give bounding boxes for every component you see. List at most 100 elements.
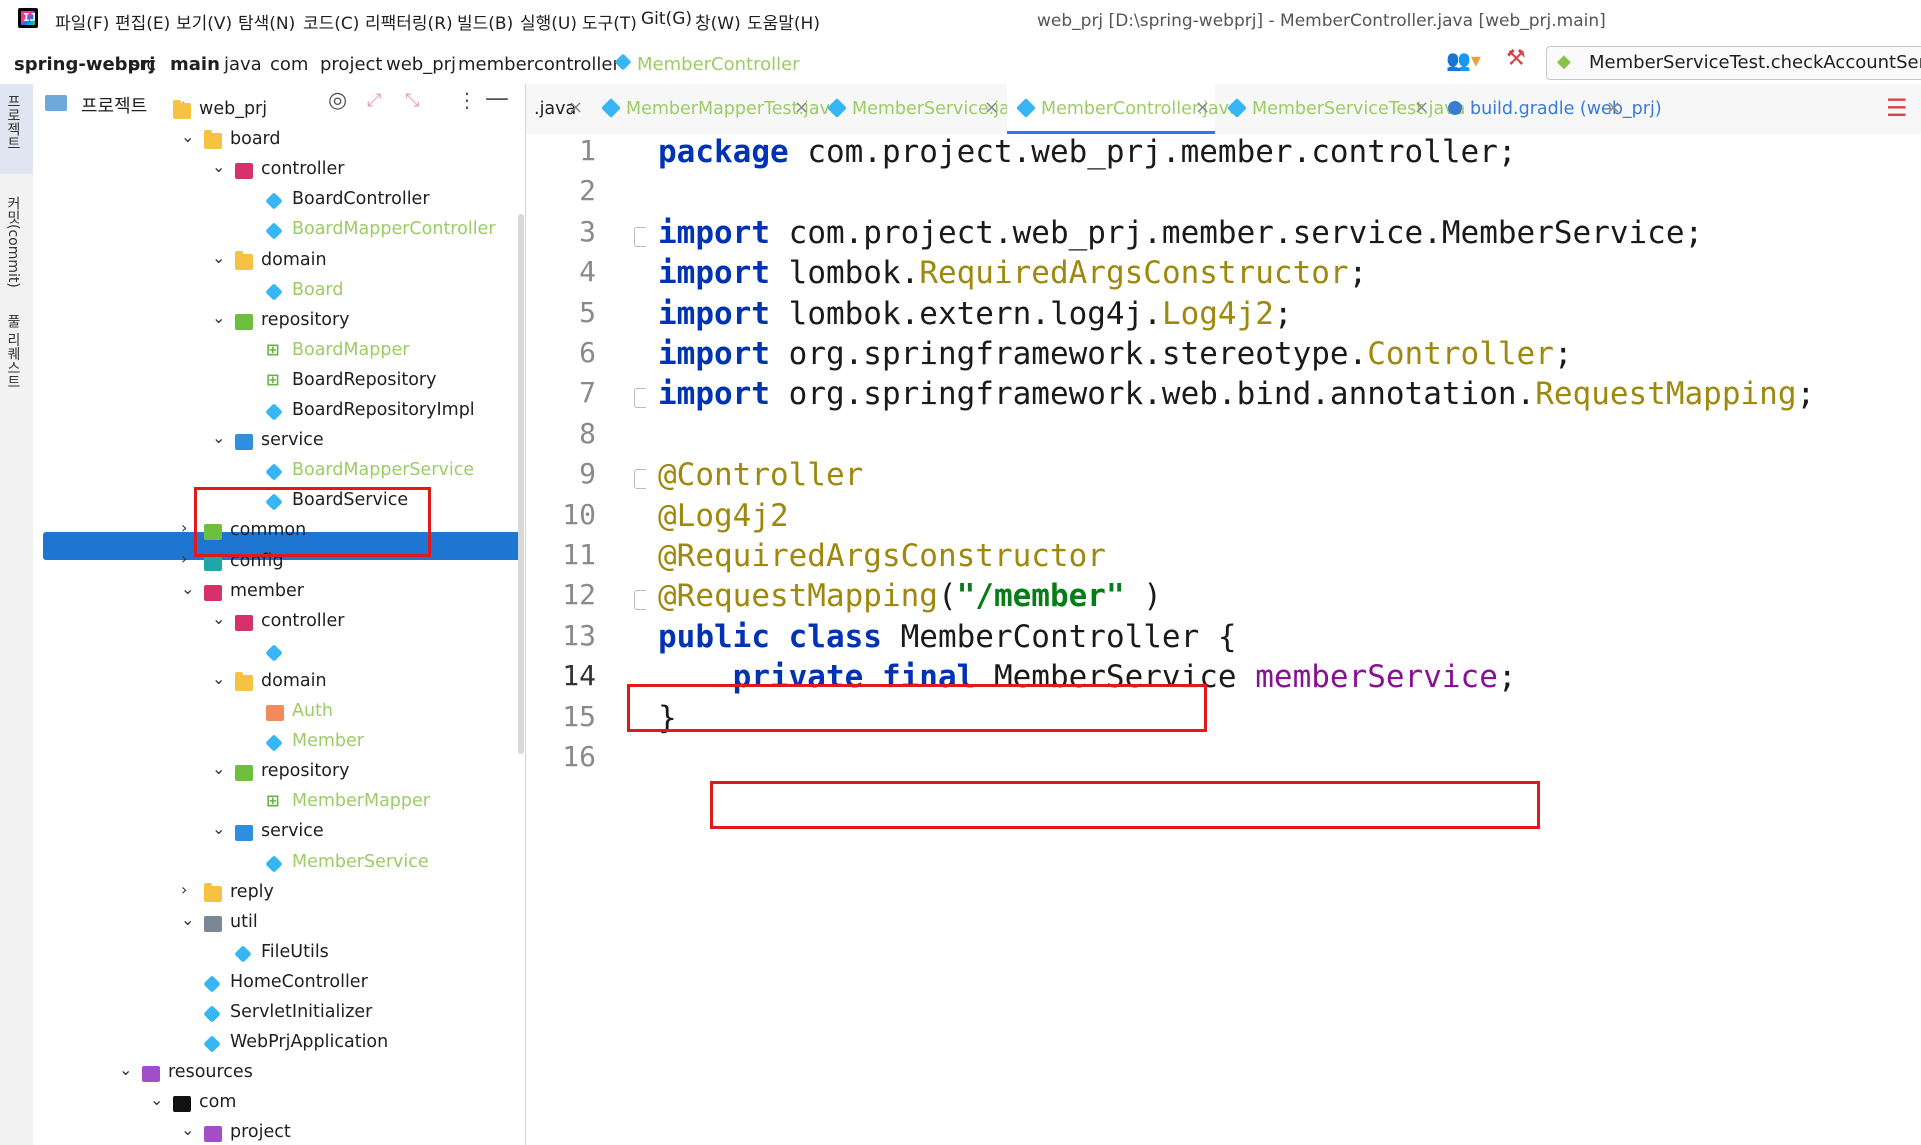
breadcrumb-com[interactable]: com <box>270 54 308 75</box>
line-number: 10 <box>562 497 596 531</box>
close-icon[interactable]: × <box>1195 97 1210 118</box>
users-icon[interactable]: 👥▾ <box>1446 48 1481 72</box>
tree-row-homecontroller[interactable]: HomeController <box>33 969 525 999</box>
menu-run[interactable]: 실행(U) <box>520 9 577 34</box>
menu-refactor[interactable]: 리팩터링(R) <box>365 9 453 34</box>
highlight-box-member-controller <box>194 487 431 557</box>
tab-java[interactable]: .java × <box>526 84 588 134</box>
chevron-down-icon[interactable]: ⌄ <box>212 669 232 688</box>
tree-row-boardrepository[interactable]: ⊞ BoardRepository <box>33 367 525 397</box>
tree-row-board[interactable]: ⌄ board <box>33 126 525 156</box>
chevron-down-icon[interactable]: ⌄ <box>212 428 232 447</box>
tree-row-controller[interactable]: ⌄ controller <box>33 608 525 638</box>
pull-request-tool-tab[interactable]: 풀 리퀘스트 <box>3 314 23 388</box>
chevron-down-icon[interactable]: ⌄ <box>212 308 232 327</box>
tree-row-web-prj[interactable]: web_prj <box>33 96 525 126</box>
tree-item-label: Auth <box>292 701 334 721</box>
chevron-right-icon[interactable]: › <box>181 880 201 899</box>
tree-row-servletinitializer[interactable]: ServletInitializer <box>33 999 525 1029</box>
tree-row-repository[interactable]: ⌄ repository <box>33 307 525 337</box>
chevron-down-icon[interactable]: ⌄ <box>181 579 201 598</box>
breadcrumb-java[interactable]: java <box>224 54 262 75</box>
tree-row-boardmapper[interactable]: ⊞ BoardMapper <box>33 337 525 367</box>
tab-membercontroller-java[interactable]: MemberController.java × <box>1007 84 1240 134</box>
tree-item-label: member <box>230 580 304 601</box>
chevron-down-icon[interactable]: ⌄ <box>212 609 232 628</box>
breadcrumb-project-pkg[interactable]: project <box>320 54 382 75</box>
tree-row-boardrepositoryimpl[interactable]: BoardRepositoryImpl <box>33 397 525 427</box>
tree-row-membermapper[interactable]: ⊞ MemberMapper <box>33 788 525 818</box>
menu-tools[interactable]: 도구(T) <box>582 9 637 34</box>
chevron-down-icon[interactable]: ⌄ <box>212 819 232 838</box>
close-icon[interactable]: × <box>1414 97 1429 118</box>
tree-row-boardmappercontroller[interactable]: BoardMapperController <box>33 216 525 246</box>
menu-edit[interactable]: 편집(E) <box>115 9 170 34</box>
tree-row-controller[interactable]: ⌄ controller <box>33 156 525 186</box>
tab-memberservice-java[interactable]: MemberService.java × <box>818 84 1031 134</box>
chevron-down-icon[interactable]: ⌄ <box>212 157 232 176</box>
chevron-down-icon[interactable]: ⌄ <box>212 759 232 778</box>
project-tool-tab[interactable]: 프로젝트 <box>3 94 23 150</box>
tree-row-domain[interactable]: ⌄ domain <box>33 247 525 277</box>
tab-list-icon[interactable]: ☰ <box>1886 94 1908 122</box>
menu-help[interactable]: 도움말(H) <box>747 9 820 34</box>
chevron-down-icon[interactable]: ⌄ <box>181 1120 201 1139</box>
tree-item-label: HomeController <box>230 971 368 992</box>
tree-row-fileutils[interactable]: FileUtils <box>33 939 525 969</box>
menu-build[interactable]: 빌드(B) <box>457 9 513 34</box>
tab-memberservicetest-java[interactable]: MemberServiceTest.java × <box>1218 84 1465 134</box>
menu-view[interactable]: 보기(V) <box>176 9 232 34</box>
breadcrumb-main[interactable]: main <box>170 54 220 75</box>
tree-row-service[interactable]: ⌄ service <box>33 818 525 848</box>
chevron-down-icon[interactable]: ⌄ <box>119 1060 139 1079</box>
tree-row-util[interactable]: ⌄ util <box>33 909 525 939</box>
intellij-logo-icon[interactable]: IJ <box>18 8 38 28</box>
class-icon <box>1227 98 1247 118</box>
run-configuration-selector[interactable]: ◆ MemberServiceTest.checkAccountService <box>1546 46 1921 80</box>
tree-row-boardcontroller[interactable]: BoardController <box>33 186 525 216</box>
tree-item-label: domain <box>261 249 327 270</box>
close-icon[interactable]: × <box>794 97 809 118</box>
commit-tool-tab[interactable]: 커밋(commit) <box>3 196 23 288</box>
tree-row-member[interactable]: Member <box>33 728 525 758</box>
tree-row-repository[interactable]: ⌄ repository <box>33 758 525 788</box>
tree-row-board[interactable]: Board <box>33 277 525 307</box>
tree-row-reply[interactable]: › reply <box>33 879 525 909</box>
breadcrumb-member-controller[interactable]: MemberController <box>637 54 800 75</box>
chevron-down-icon[interactable]: ⌄ <box>181 127 201 146</box>
tree-item-label: controller <box>261 159 345 180</box>
tree-row-boardmapperservice[interactable]: BoardMapperService <box>33 457 525 487</box>
breadcrumb-web-prj[interactable]: web_prj <box>386 54 456 75</box>
close-icon[interactable]: × <box>568 97 583 118</box>
menu-navigate[interactable]: 탐색(N) <box>238 9 295 34</box>
tree-item-label: BoardMapperController <box>292 219 496 240</box>
tree-row-domain[interactable]: ⌄ domain <box>33 668 525 698</box>
project-tree-scrollbar[interactable] <box>518 214 524 754</box>
tree-row-member[interactable]: ⌄ member <box>33 578 525 608</box>
breadcrumb-controller[interactable]: controller <box>534 54 620 75</box>
tab-build-gradle-web-prj[interactable]: build.gradle (web_prj) × <box>1436 84 1662 134</box>
tree-row-project[interactable]: ⌄ project <box>33 1119 525 1145</box>
tab-membermappertest-java[interactable]: MemberMapperTest.java × <box>592 84 841 134</box>
menu-code[interactable]: 코드(C) <box>303 9 359 34</box>
tree-row-memberservice[interactable]: MemberService <box>33 849 525 879</box>
tree-row-com[interactable]: ⌄ com <box>33 1089 525 1119</box>
tree-row-service[interactable]: ⌄ service <box>33 427 525 457</box>
close-icon[interactable]: × <box>1606 97 1621 118</box>
tree-item-label: controller <box>261 610 345 631</box>
tree-row-resources[interactable]: ⌄ resources <box>33 1059 525 1089</box>
menu-git[interactable]: Git(G) <box>641 9 692 29</box>
tree-row-auth[interactable]: Auth <box>33 698 525 728</box>
build-hammer-icon[interactable]: ⚒ <box>1506 46 1526 71</box>
chevron-down-icon[interactable]: ⌄ <box>212 248 232 267</box>
chevron-down-icon[interactable]: ⌄ <box>181 910 201 929</box>
menu-file[interactable]: 파일(F) <box>55 9 109 34</box>
close-icon[interactable]: × <box>984 97 999 118</box>
breadcrumb-src[interactable]: src <box>130 54 156 75</box>
breadcrumb-member[interactable]: member <box>458 54 534 75</box>
tree-row-membercontroller[interactable]: MemberController <box>33 638 525 668</box>
code-editor[interactable]: package com.project.web_prj.member.contr… <box>646 134 1921 1145</box>
tree-row-webprjapplication[interactable]: WebPrjApplication <box>33 1029 525 1059</box>
chevron-down-icon[interactable]: ⌄ <box>150 1090 170 1109</box>
menu-window[interactable]: 창(W) <box>695 9 741 34</box>
